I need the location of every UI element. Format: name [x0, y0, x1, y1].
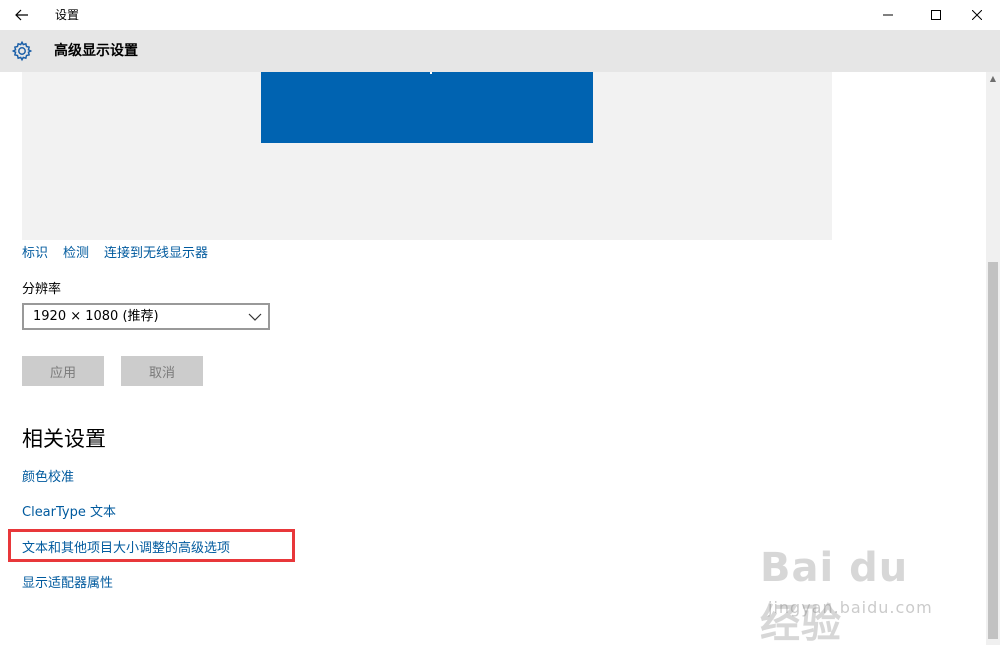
resolution-dropdown[interactable]: 1920 × 1080 (推荐): [22, 303, 270, 330]
app-title: 设置: [55, 8, 80, 22]
cancel-button[interactable]: 取消: [121, 356, 203, 386]
scroll-up-icon[interactable]: ▲: [988, 74, 998, 84]
baidu-watermark-url: jingyan.baidu.com: [768, 598, 933, 617]
back-arrow-icon: [15, 9, 28, 21]
scrollbar-thumb[interactable]: [988, 262, 998, 639]
page-title: 高级显示设置: [54, 43, 138, 59]
close-icon: [972, 10, 982, 20]
display-links: 标识 检测 连接到无线显示器: [22, 242, 208, 262]
cleartype-text-link[interactable]: ClearType 文本: [22, 501, 116, 520]
page-header: [0, 30, 1000, 72]
chevron-down-icon: [248, 313, 262, 321]
baidu-watermark-logo: Bai du 经验: [760, 545, 909, 647]
apply-button[interactable]: 应用: [22, 356, 104, 386]
related-settings-title: 相关设置: [22, 427, 106, 451]
resolution-value: 1920 × 1080 (推荐): [33, 309, 159, 324]
identify-link[interactable]: 标识: [22, 242, 48, 262]
minimize-button[interactable]: [865, 0, 911, 30]
resolution-label: 分辨率: [22, 282, 62, 297]
maximize-icon: [931, 10, 941, 20]
detect-link[interactable]: 检测: [63, 242, 89, 262]
minimize-icon: [883, 14, 893, 16]
close-button[interactable]: [954, 0, 1000, 30]
monitor-tile[interactable]: [261, 72, 593, 143]
back-button[interactable]: [0, 0, 44, 30]
gear-icon: [11, 40, 33, 62]
connect-wireless-display-link[interactable]: 连接到无线显示器: [104, 242, 208, 262]
monitor-number-mark: [430, 72, 432, 74]
annotation-highlight-box: [8, 529, 295, 562]
maximize-button[interactable]: [913, 0, 959, 30]
display-adapter-properties-link[interactable]: 显示适配器属性: [22, 572, 113, 591]
color-calibration-link[interactable]: 颜色校准: [22, 466, 74, 485]
title-bar: 设置: [0, 0, 1000, 30]
